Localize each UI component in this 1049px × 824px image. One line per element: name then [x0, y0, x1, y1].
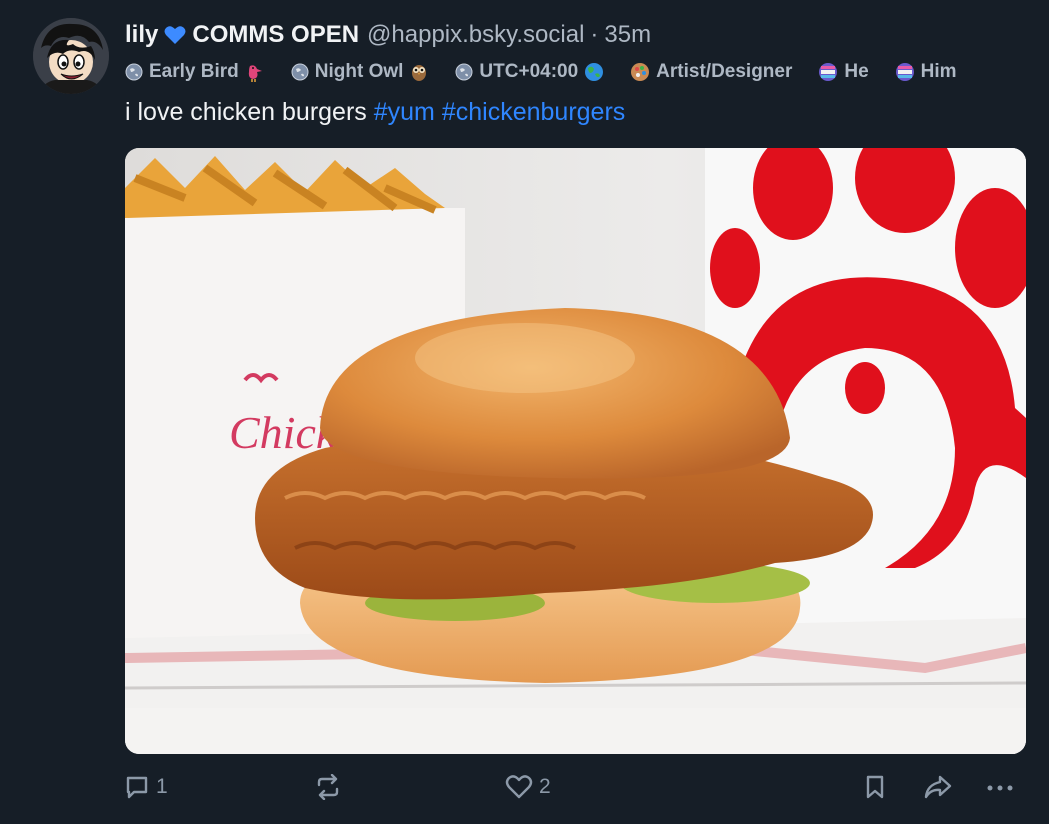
reply-button[interactable]: 1	[124, 774, 168, 800]
more-icon	[987, 785, 1013, 791]
post-actions: 1 2	[0, 770, 1049, 810]
globe-icon	[125, 63, 143, 81]
bookmark-icon	[866, 775, 884, 799]
bird-icon	[245, 62, 265, 82]
post-timestamp[interactable]: 35m	[604, 21, 651, 49]
label-artist-designer[interactable]: Artist/Designer	[630, 61, 792, 83]
label-early-bird[interactable]: Early Bird	[125, 61, 265, 83]
label-text: Artist/Designer	[656, 61, 793, 82]
hashtag-link[interactable]: #chickenburgers	[442, 98, 625, 126]
post-image[interactable]: Chick	[125, 148, 1026, 754]
label-pronoun-he[interactable]: He	[818, 61, 869, 83]
display-name[interactable]: lily	[125, 21, 158, 49]
post[interactable]: lily COMMS OPEN @happix.bsky.social · 35…	[0, 0, 1049, 824]
post-header: lily COMMS OPEN @happix.bsky.social · 35…	[125, 18, 651, 52]
profile-labels: Early Bird Night Owl UTC+04:00 Artist/De…	[125, 58, 983, 86]
display-status[interactable]: COMMS OPEN	[192, 21, 359, 49]
pronoun-icon	[818, 62, 838, 82]
post-body: i love chicken burgers	[125, 98, 367, 126]
heart-icon	[505, 775, 533, 799]
label-text: Night Owl	[314, 61, 404, 82]
like-count: 2	[539, 775, 551, 798]
globe-icon	[291, 63, 309, 81]
reply-icon	[126, 776, 148, 799]
share-button[interactable]	[923, 774, 953, 800]
like-button[interactable]: 2	[505, 774, 551, 800]
repost-button[interactable]	[314, 774, 348, 800]
more-options-button[interactable]	[985, 774, 1015, 800]
label-night-owl[interactable]: Night Owl	[291, 61, 430, 83]
palette-icon	[630, 62, 650, 82]
bookmark-button[interactable]	[863, 774, 887, 800]
author-handle[interactable]: @happix.bsky.social	[367, 21, 584, 49]
owl-icon	[409, 62, 429, 82]
hashtag-link[interactable]: #yum	[374, 98, 435, 126]
label-text: Early Bird	[149, 61, 239, 82]
avatar[interactable]	[33, 18, 109, 94]
earth-icon	[584, 62, 604, 82]
label-timezone[interactable]: UTC+04:00	[455, 61, 604, 83]
repost-icon	[317, 774, 339, 800]
label-text: Him	[920, 61, 957, 82]
label-pronoun-him[interactable]: Him	[895, 61, 957, 83]
blue-heart-icon	[164, 25, 186, 45]
post-text: i love chicken burgers #yum #chickenburg…	[125, 98, 625, 127]
label-text: He	[844, 61, 869, 82]
share-icon	[924, 775, 952, 799]
separator-dot: ·	[590, 21, 599, 48]
globe-icon	[455, 63, 473, 81]
pronoun-icon	[895, 62, 915, 82]
reply-count: 1	[156, 775, 168, 798]
label-text: UTC+04:00	[479, 61, 579, 82]
